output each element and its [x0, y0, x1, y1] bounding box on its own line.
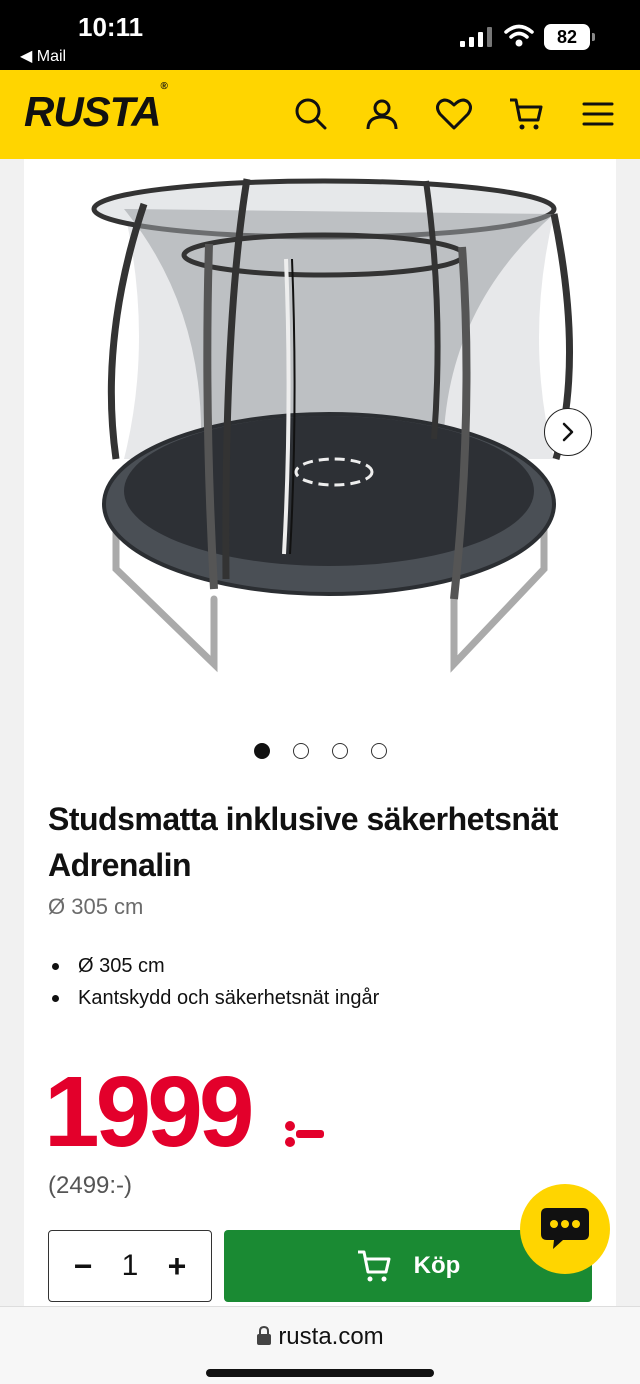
carousel-dots — [0, 743, 640, 761]
quantity-value[interactable]: 1 — [122, 1249, 139, 1283]
trampoline-image[interactable] — [24, 159, 616, 719]
old-price: (2499:-) — [48, 1172, 133, 1199]
feature-item: Ø 305 cm — [48, 950, 608, 982]
user-icon[interactable] — [362, 94, 402, 134]
logo-text: RUSTA — [24, 88, 162, 135]
status-bar: 10:11 ◀ Mail 82 — [0, 0, 640, 70]
back-app-label: Mail — [36, 48, 67, 65]
browser-url-bar: rusta.com — [0, 1306, 640, 1384]
menu-icon[interactable] — [578, 94, 618, 134]
carousel-dot[interactable] — [254, 743, 270, 759]
site-header: RUSTA® — [0, 70, 640, 159]
quantity-increase-button[interactable]: + — [163, 1250, 191, 1282]
wifi-icon — [504, 24, 534, 47]
feature-item: Kantskydd och säkerhetsnät ingår — [48, 982, 608, 1014]
price-suffix-mark — [285, 1121, 324, 1147]
lock-icon — [257, 1325, 272, 1345]
quantity-decrease-button[interactable]: − — [69, 1250, 97, 1282]
search-icon[interactable] — [291, 94, 331, 134]
status-time: 10:11 — [78, 12, 144, 42]
url-field[interactable]: rusta.com — [0, 1323, 640, 1351]
home-indicator[interactable] — [206, 1369, 434, 1377]
signal-icon — [460, 27, 492, 47]
price: 1999 — [44, 1056, 254, 1168]
quantity-stepper: − 1 + — [48, 1230, 212, 1302]
back-to-app-link[interactable]: ◀ Mail — [20, 46, 66, 66]
product-title: Studsmatta inklusive säkerhetsnät Adrena… — [48, 801, 558, 883]
cart-icon[interactable] — [506, 94, 546, 134]
product-subtitle: Ø 305 cm — [48, 894, 144, 919]
next-image-button[interactable] — [544, 408, 592, 456]
chat-icon — [541, 1208, 589, 1249]
rusta-logo[interactable]: RUSTA® — [24, 81, 168, 136]
heart-icon[interactable] — [434, 94, 474, 134]
carousel-dot[interactable] — [293, 743, 309, 759]
chat-button[interactable] — [520, 1184, 610, 1274]
carousel-dot[interactable] — [371, 743, 387, 759]
feature-list: Ø 305 cm Kantskydd och säkerhetsnät ingå… — [48, 950, 608, 1014]
carousel-dot[interactable] — [332, 743, 348, 759]
cart-icon — [357, 1250, 391, 1282]
buy-label: Köp — [413, 1252, 461, 1279]
url-text: rusta.com — [278, 1323, 384, 1350]
battery-indicator: 82 — [544, 24, 595, 50]
